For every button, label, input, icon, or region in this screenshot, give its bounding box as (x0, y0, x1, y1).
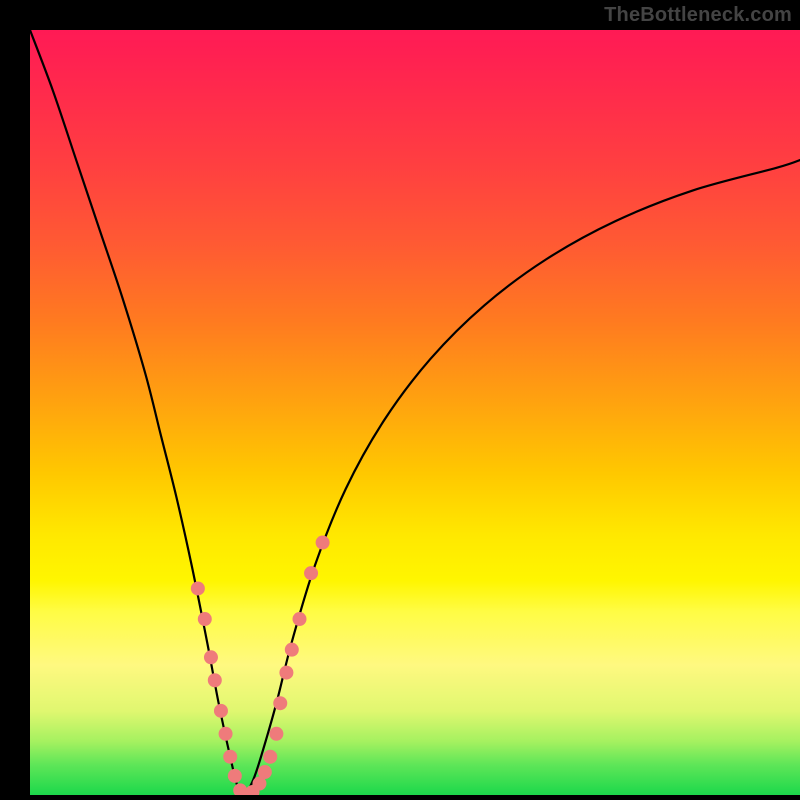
highlight-dot (228, 769, 242, 783)
plot-area (30, 30, 800, 795)
highlight-dot (258, 765, 272, 779)
watermark-text: TheBottleneck.com (604, 4, 792, 27)
highlight-dot (293, 612, 307, 626)
highlight-dot (316, 536, 330, 550)
highlight-dot (198, 612, 212, 626)
highlight-dot (263, 750, 277, 764)
highlight-dot (191, 581, 205, 595)
highlight-dot (214, 704, 228, 718)
highlight-dot (304, 566, 318, 580)
highlight-dot (285, 643, 299, 657)
highlight-dot (269, 727, 283, 741)
highlight-dot (273, 696, 287, 710)
highlight-dot (223, 750, 237, 764)
chart-stage: TheBottleneck.com (0, 0, 800, 800)
curve-layer (30, 30, 800, 795)
highlight-dot (219, 727, 233, 741)
bottleneck-curve-right (246, 160, 800, 795)
highlight-dot (279, 666, 293, 680)
highlight-dot (208, 673, 222, 687)
highlight-dot (204, 650, 218, 664)
